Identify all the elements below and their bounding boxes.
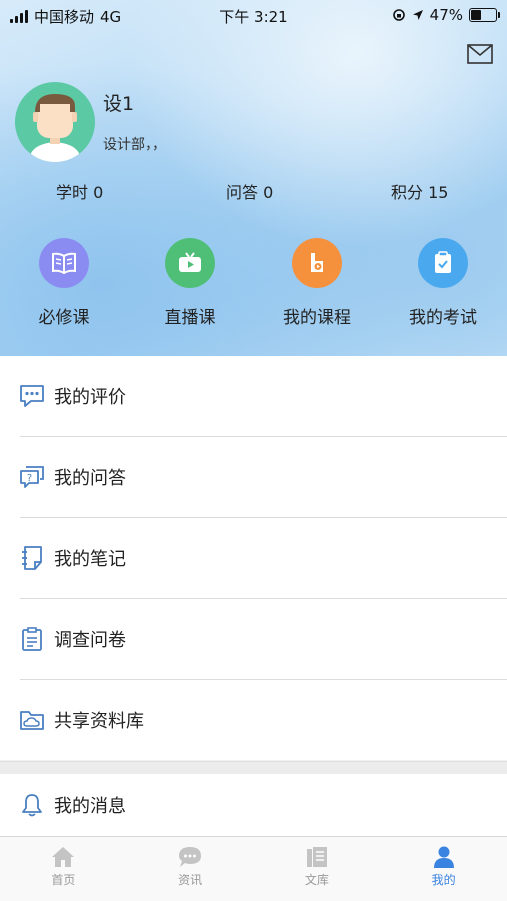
svg-text:?: ? bbox=[27, 473, 32, 484]
menu-item-my-notes[interactable]: 我的笔记 bbox=[20, 517, 507, 598]
menu-item-my-qa[interactable]: ? 我的问答 bbox=[20, 436, 507, 517]
user-department: 设计部，， bbox=[103, 137, 166, 153]
menu-label: 调查问卷 bbox=[54, 630, 126, 651]
question-bubble-icon: ? bbox=[18, 463, 46, 491]
live-tv-icon bbox=[165, 238, 215, 288]
course-play-icon bbox=[292, 238, 342, 288]
battery-percent: 47% bbox=[429, 6, 463, 24]
quick-label: 必修课 bbox=[38, 308, 90, 328]
tab-library[interactable]: 文库 bbox=[254, 837, 381, 901]
tab-home[interactable]: 首页 bbox=[0, 837, 127, 901]
library-icon bbox=[306, 847, 327, 867]
quick-label: 我的课程 bbox=[283, 308, 351, 328]
menu-item-my-reviews[interactable]: 我的评价 bbox=[0, 356, 507, 436]
profile-header: 中国移动 4G 下午 3:21 47% 设1 设计部，， 学时 0 问答 0 积… bbox=[0, 0, 507, 356]
menu-item-shared-library[interactable]: 共享资料库 bbox=[20, 679, 507, 760]
menu-item-survey[interactable]: 调查问卷 bbox=[20, 598, 507, 679]
status-bar: 中国移动 4G 下午 3:21 47% bbox=[0, 0, 507, 30]
chat-bubble-icon bbox=[179, 847, 202, 867]
cloud-folder-icon bbox=[18, 706, 46, 734]
stat-label: 学时 bbox=[56, 183, 89, 202]
notebook-icon bbox=[18, 544, 46, 572]
stat-value: 0 bbox=[263, 183, 274, 202]
bell-icon bbox=[18, 791, 46, 819]
battery-icon bbox=[469, 8, 500, 22]
quick-my-courses[interactable]: 我的课程 bbox=[262, 238, 372, 328]
tab-label: 首页 bbox=[51, 873, 76, 887]
home-icon bbox=[52, 847, 75, 867]
section-divider bbox=[0, 761, 507, 775]
menu-label: 我的评价 bbox=[54, 387, 126, 408]
mail-icon[interactable] bbox=[467, 44, 493, 64]
quick-label: 直播课 bbox=[164, 308, 216, 328]
avatar[interactable] bbox=[15, 82, 95, 162]
exam-check-icon bbox=[418, 238, 468, 288]
tab-label: 资讯 bbox=[178, 873, 203, 887]
clipboard-icon bbox=[18, 625, 46, 653]
menu-label: 我的笔记 bbox=[54, 549, 126, 570]
quick-required-course[interactable]: 必修课 bbox=[9, 238, 119, 328]
tab-mine[interactable]: 我的 bbox=[380, 837, 507, 901]
user-name: 设1 bbox=[103, 93, 135, 115]
quick-my-exams[interactable]: 我的考试 bbox=[388, 238, 498, 328]
book-icon bbox=[39, 238, 89, 288]
location-arrow-icon bbox=[412, 10, 423, 20]
orientation-lock-icon bbox=[392, 9, 405, 21]
tab-label: 我的 bbox=[431, 873, 456, 887]
menu-list: 我的评价 ? 我的问答 我的笔记 调查问卷 共享资料库 bbox=[0, 356, 507, 760]
stat-qa[interactable]: 问答 0 bbox=[226, 179, 273, 203]
menu-label: 共享资料库 bbox=[54, 711, 144, 732]
stat-label: 问答 bbox=[226, 183, 259, 202]
menu-item-my-messages[interactable]: 我的消息 bbox=[0, 774, 507, 836]
tab-label: 文库 bbox=[304, 873, 329, 887]
stat-study-hours[interactable]: 学时 0 bbox=[56, 179, 103, 203]
clock: 下午 3:21 bbox=[219, 8, 288, 26]
person-icon bbox=[433, 846, 454, 868]
stat-value: 15 bbox=[428, 183, 449, 202]
comment-dots-icon bbox=[18, 382, 46, 410]
menu-label: 我的问答 bbox=[54, 468, 126, 489]
tab-bar: 首页 资讯 文库 我的 bbox=[0, 836, 507, 901]
stat-label: 积分 bbox=[391, 183, 424, 202]
quick-live-course[interactable]: 直播课 bbox=[135, 238, 245, 328]
stat-value: 0 bbox=[93, 183, 104, 202]
menu-label: 我的消息 bbox=[54, 796, 126, 817]
stat-points[interactable]: 积分 15 bbox=[391, 179, 448, 203]
quick-label: 我的考试 bbox=[409, 308, 477, 328]
tab-news[interactable]: 资讯 bbox=[127, 837, 254, 901]
